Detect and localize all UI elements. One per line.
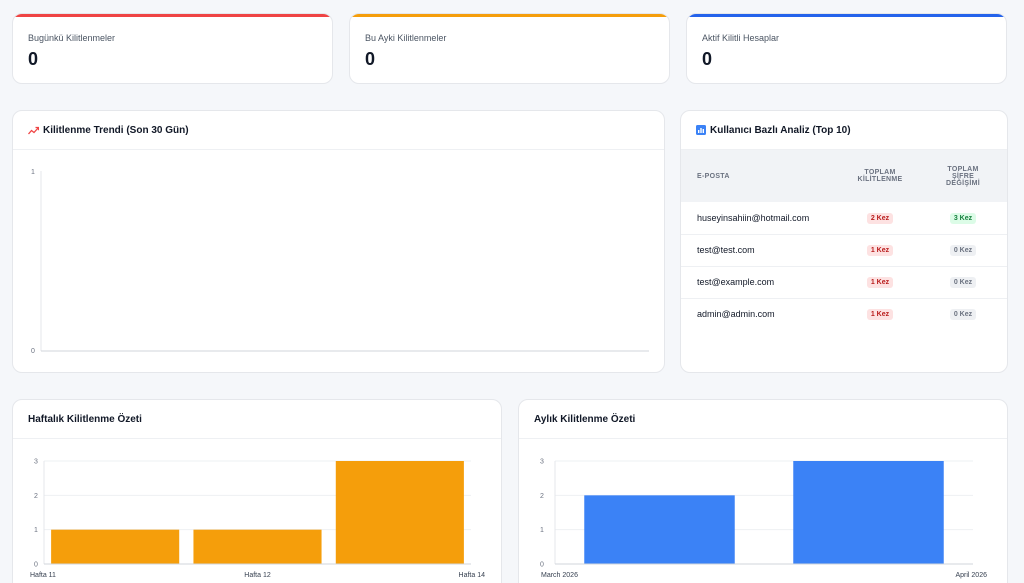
y-tick-label: 3 bbox=[34, 459, 38, 466]
y-tick-label: 1 bbox=[34, 527, 38, 534]
email-cell: huseyinsahiin@hotmail.com bbox=[681, 202, 841, 235]
x-tick-label: Hafta 14 bbox=[459, 572, 486, 579]
y-tick-label: 0 bbox=[34, 562, 38, 569]
stat-label: Aktif Kilitli Hesaplar bbox=[702, 33, 780, 43]
monthly-panel-header: Aylık Kilitlenme Özeti bbox=[519, 400, 1007, 439]
lock-count-badge: 1 Kez bbox=[866, 245, 894, 256]
y-tick-label: 1 bbox=[31, 169, 35, 176]
user-table: E-POSTA TOPLAM KİLİTLENME TOPLAM ŞİFRE D… bbox=[681, 150, 1007, 330]
monthly-title: Aylık Kilitlenme Özeti bbox=[534, 413, 636, 425]
change-count-badge: 0 Kez bbox=[949, 309, 977, 321]
stat-card-today-locks: Bugünkü Kilitlenmeler 0 bbox=[12, 13, 333, 84]
weekly-chart: 0 1 2 3 Hafta 11 Hafta 12 Hafta 14 bbox=[30, 459, 486, 580]
column-header-changes: TOPLAM ŞİFRE DEĞİŞİMİ bbox=[919, 150, 1007, 202]
monthly-panel: Aylık Kilitlenme Özeti 0 1 2 3 March 2026 Apr… bbox=[518, 399, 1008, 583]
bar-chart-icon bbox=[696, 125, 706, 135]
x-tick-label: April 2026 bbox=[955, 572, 987, 579]
table-row[interactable]: test@test.com 1 Kez 0 Kez bbox=[681, 234, 1007, 267]
stat-value: 0 bbox=[702, 49, 713, 69]
trend-title: Kilitlenme Trendi (Son 30 Gün) bbox=[43, 124, 189, 136]
bar bbox=[51, 529, 180, 564]
bar bbox=[335, 461, 464, 564]
weekly-title: Haftalık Kilitlenme Özeti bbox=[28, 413, 142, 425]
monthly-chart: 0 1 2 3 March 2026 April 2026 bbox=[540, 459, 987, 580]
stat-label: Bu Ayki Kilitlenmeler bbox=[365, 33, 447, 43]
change-count-badge: 3 Kez bbox=[949, 212, 977, 224]
table-row[interactable]: admin@admin.com 1 Kez 0 Kez bbox=[681, 298, 1007, 330]
changes-cell: 0 Kez bbox=[919, 234, 1007, 267]
email-cell: admin@admin.com bbox=[697, 309, 775, 320]
trending-up-icon bbox=[28, 126, 39, 135]
locks-cell: 1 Kez bbox=[841, 266, 919, 299]
trend-chart: 1 0 bbox=[31, 169, 649, 355]
user-analysis-panel: Kullanıcı Bazlı Analiz (Top 10) E-POSTA … bbox=[680, 110, 1008, 373]
locks-cell: 2 Kez bbox=[841, 202, 919, 235]
lock-count-badge: 2 Kez bbox=[866, 212, 894, 224]
table-row[interactable]: test@example.com 1 Kez 0 Kez bbox=[681, 266, 1007, 299]
column-header-email: E-POSTA bbox=[681, 150, 841, 202]
locks-cell: 1 Kez bbox=[841, 234, 919, 267]
stat-card-accent bbox=[13, 14, 332, 17]
weekly-panel-header: Haftalık Kilitlenme Özeti bbox=[13, 400, 501, 439]
stat-value: 0 bbox=[28, 49, 39, 69]
user-analysis-title: Kullanıcı Bazlı Analiz (Top 10) bbox=[710, 124, 851, 136]
changes-cell: 0 Kez bbox=[919, 266, 1007, 299]
x-tick-label: Hafta 12 bbox=[244, 572, 271, 579]
table-header-row: E-POSTA TOPLAM KİLİTLENME TOPLAM ŞİFRE D… bbox=[681, 150, 1007, 202]
stat-card-month-locks: Bu Ayki Kilitlenmeler 0 bbox=[349, 13, 670, 84]
x-tick-label: Hafta 11 bbox=[30, 572, 56, 579]
y-tick-label: 0 bbox=[540, 562, 544, 569]
stat-value: 0 bbox=[365, 49, 376, 69]
y-tick-label: 2 bbox=[540, 493, 544, 500]
stat-label: Bugünkü Kilitlenmeler bbox=[28, 33, 116, 43]
email-cell: test@test.com bbox=[681, 234, 841, 267]
bar bbox=[193, 529, 322, 564]
column-header-locks: TOPLAM KİLİTLENME bbox=[841, 150, 919, 202]
changes-cell: 3 Kez bbox=[919, 202, 1007, 235]
lock-count-badge: 1 Kez bbox=[866, 277, 894, 288]
change-count-badge: 0 Kez bbox=[949, 277, 977, 288]
user-analysis-header: Kullanıcı Bazlı Analiz (Top 10) bbox=[681, 111, 1007, 150]
weekly-panel: Haftalık Kilitlenme Özeti 0 1 2 3 Hafta 11 Ha… bbox=[12, 399, 502, 583]
change-count-badge: 0 Kez bbox=[949, 245, 977, 256]
y-tick-label: 2 bbox=[34, 493, 38, 500]
y-tick-label: 3 bbox=[540, 459, 544, 466]
y-tick-label: 0 bbox=[31, 348, 35, 355]
locks-cell: 1 Kez bbox=[841, 298, 919, 330]
table-row[interactable]: huseyinsahiin@hotmail.com 2 Kez 3 Kez bbox=[681, 202, 1007, 235]
y-tick-label: 1 bbox=[540, 527, 544, 534]
bar bbox=[793, 461, 944, 564]
changes-cell: 0 Kez bbox=[919, 298, 1007, 330]
x-tick-label: March 2026 bbox=[541, 572, 578, 579]
stat-card-accent bbox=[350, 14, 669, 17]
email-cell: test@example.com bbox=[681, 266, 841, 299]
bar bbox=[584, 495, 735, 564]
stat-card-accent bbox=[687, 14, 1006, 17]
trend-panel: Kilitlenme Trendi (Son 30 Gün) 1 0 bbox=[12, 110, 665, 373]
trend-panel-header: Kilitlenme Trendi (Son 30 Gün) bbox=[13, 111, 664, 150]
stat-card-active-locked: Aktif Kilitli Hesaplar 0 bbox=[686, 13, 1007, 84]
lock-count-badge: 1 Kez bbox=[866, 309, 894, 321]
